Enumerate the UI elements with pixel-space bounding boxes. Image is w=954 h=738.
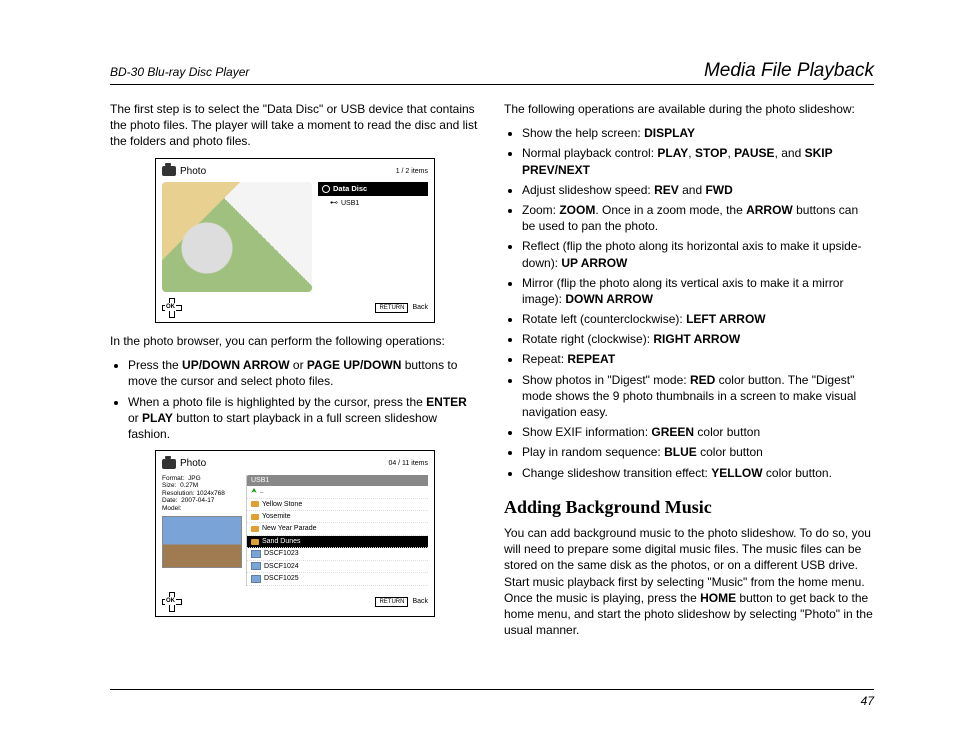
up-folder-row: ⮝.. — [247, 486, 428, 498]
photo-source-panel: Photo 1 / 2 items Data Disc ⊷ USB1 — [155, 158, 435, 324]
list-item: Normal playback control: PLAY, STOP, PAU… — [522, 145, 874, 177]
camera-icon — [162, 166, 176, 176]
list-item: Reflect (flip the photo along its horizo… — [522, 238, 874, 270]
header-section: Media File Playback — [704, 60, 874, 82]
list-item: When a photo file is highlighted by the … — [128, 394, 480, 443]
browser-location: USB1 — [247, 475, 428, 486]
list-item: Show EXIF information: GREEN color butto… — [522, 424, 874, 440]
folder-row: Yellow Stone — [247, 499, 428, 511]
bg-music-text: You can add background music to the phot… — [504, 525, 874, 638]
left-column: The first step is to select the "Data Di… — [110, 97, 480, 646]
meta-info: Format: JPG Size: 0.27M Resolution: 1024… — [162, 475, 240, 586]
list-item: Show photos in "Digest" mode: RED color … — [522, 372, 874, 421]
file-row: DSCF1024 — [247, 561, 428, 573]
camera-icon — [162, 459, 176, 469]
photo-thumbnail — [162, 516, 242, 568]
slideshow-intro: The following operations are available d… — [504, 101, 874, 117]
folder-icon — [251, 514, 259, 520]
image-icon — [251, 562, 261, 570]
panel-title: Photo — [180, 457, 206, 471]
folder-icon — [251, 501, 259, 507]
header-product: BD-30 Blu-ray Disc Player — [110, 65, 249, 79]
list-item: Adjust slideshow speed: REV and FWD — [522, 182, 874, 198]
list-item: Repeat: REPEAT — [522, 351, 874, 367]
list-item: Press the UP/DOWN ARROW or PAGE UP/DOWN … — [128, 357, 480, 389]
folder-icon — [251, 539, 259, 545]
file-row: DSCF1025 — [247, 573, 428, 585]
intro-text: The first step is to select the "Data Di… — [110, 101, 480, 150]
data-disc-item: Data Disc — [318, 182, 428, 196]
list-item: Change slideshow transition effect: YELL… — [522, 465, 874, 481]
page-number: 47 — [861, 694, 874, 708]
list-item: Rotate right (clockwise): RIGHT ARROW — [522, 331, 874, 347]
back-label: Back — [412, 303, 428, 312]
panel-title: Photo — [180, 165, 206, 179]
dpad-icon: OK — [162, 298, 182, 318]
folder-row-selected: Sand Dunes — [247, 536, 428, 548]
return-label: RETURN — [375, 303, 408, 313]
item-count: 1 / 2 items — [396, 167, 428, 176]
dpad-icon: OK — [162, 592, 182, 612]
image-icon — [251, 550, 261, 558]
disc-icon — [322, 185, 330, 193]
media-artwork — [162, 182, 312, 292]
page-header: BD-30 Blu-ray Disc Player Media File Pla… — [110, 60, 874, 85]
back-label: Back — [412, 597, 428, 606]
list-item: Show the help screen: DISPLAY — [522, 125, 874, 141]
file-row: DSCF1023 — [247, 548, 428, 560]
return-label: RETURN — [375, 597, 408, 607]
usb-item: ⊷ USB1 — [318, 196, 428, 211]
section-heading: Adding Background Music — [504, 495, 874, 519]
list-item: Zoom: ZOOM. Once in a zoom mode, the ARR… — [522, 202, 874, 234]
image-icon — [251, 575, 261, 583]
list-item: Mirror (flip the photo along its vertica… — [522, 275, 874, 307]
list-item: Rotate left (counterclockwise): LEFT ARR… — [522, 311, 874, 327]
folder-row: New Year Parade — [247, 523, 428, 535]
page-footer: 47 — [110, 689, 874, 708]
photo-browser-panel: Photo 04 / 11 items Format: JPG Size: 0.… — [155, 450, 435, 616]
right-column: The following operations are available d… — [504, 97, 874, 646]
folder-row: Yosemite — [247, 511, 428, 523]
folder-icon — [251, 526, 259, 532]
usb-icon: ⊷ — [330, 198, 338, 209]
list-item: Play in random sequence: BLUE color butt… — [522, 444, 874, 460]
ops-intro: In the photo browser, you can perform th… — [110, 333, 480, 349]
item-count: 04 / 11 items — [388, 459, 428, 468]
